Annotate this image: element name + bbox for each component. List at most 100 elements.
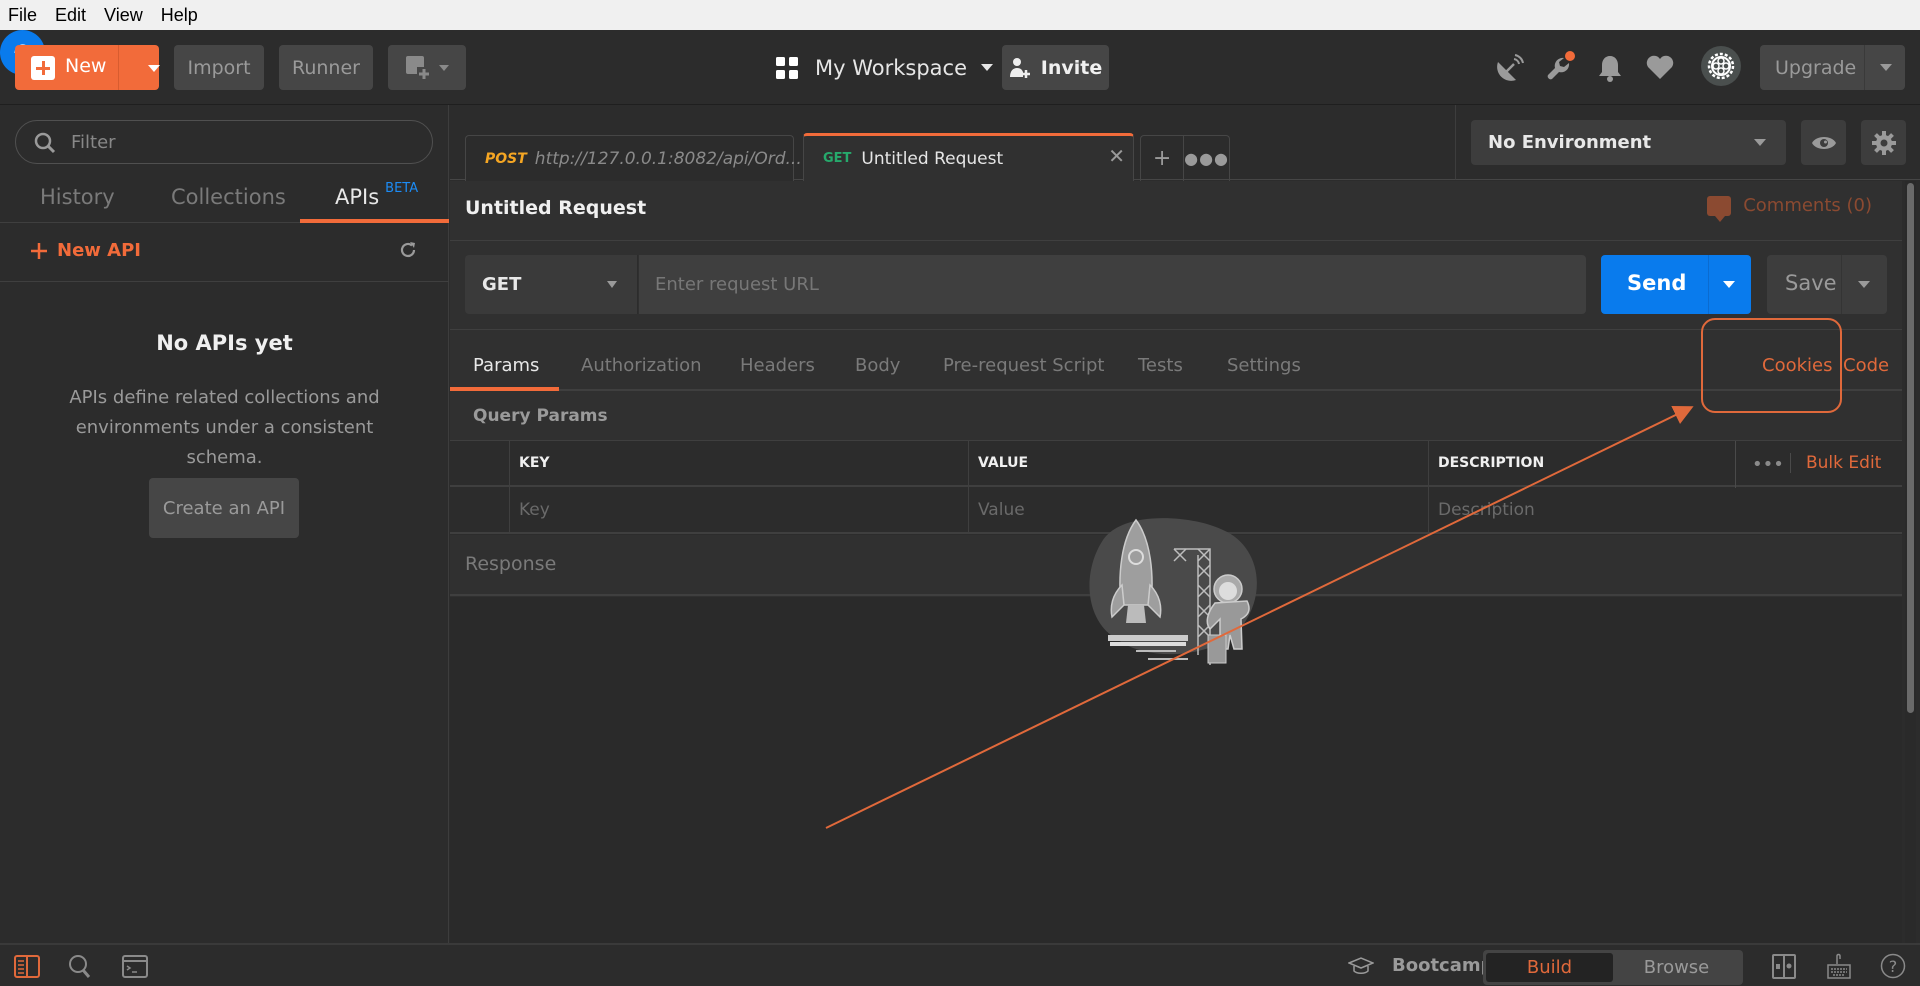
new-tab-button[interactable]: + — [1141, 136, 1185, 181]
tab-authorization[interactable]: Authorization — [581, 355, 702, 376]
method-selector[interactable]: GET — [465, 255, 638, 314]
notification-dot — [1565, 51, 1575, 61]
runner-button[interactable]: Runner — [279, 45, 373, 90]
environment-quick-look-button[interactable] — [1801, 120, 1846, 165]
mode-switcher: Build Browse — [1483, 950, 1743, 985]
settings-wheel-icon — [1707, 52, 1735, 80]
close-icon[interactable]: ✕ — [1108, 144, 1125, 168]
response-label: Response — [465, 553, 557, 575]
save-button[interactable]: Save — [1767, 255, 1887, 314]
status-bar: Bootcamp Build Browse ? — [0, 943, 1920, 986]
two-pane-view-icon[interactable] — [1772, 954, 1796, 980]
notifications-button[interactable] — [1590, 48, 1630, 88]
find-icon[interactable] — [68, 954, 92, 980]
save-dropdown-caret-icon[interactable] — [1858, 281, 1870, 288]
tab-tests[interactable]: Tests — [1138, 355, 1183, 376]
bell-icon — [1599, 56, 1621, 82]
empty-state-description: APIs define related collections and envi… — [69, 387, 380, 468]
request-tab[interactable]: POST http://127.0.0.1:8082/api/Ord... — [465, 135, 802, 181]
tab-label: Untitled Request — [861, 148, 1004, 169]
bulk-edit-link[interactable]: Bulk Edit — [1790, 453, 1881, 473]
code-link[interactable]: Code — [1843, 355, 1889, 376]
settings-tools-button[interactable] — [1540, 48, 1580, 88]
tab-collections[interactable]: Collections — [171, 185, 286, 209]
plus-icon — [31, 242, 47, 259]
sidebar-tabs: History Collections APIs BETA — [0, 175, 449, 223]
cookies-link[interactable]: Cookies — [1762, 355, 1832, 376]
key-input[interactable]: Key — [509, 487, 968, 532]
scrollbar[interactable] — [1907, 183, 1914, 713]
eye-icon — [1811, 136, 1836, 149]
tab-apis[interactable]: APIs BETA — [335, 181, 418, 209]
request-tab-bar: POST http://127.0.0.1:8082/api/Ord... GE… — [450, 105, 1455, 181]
interceptor-button[interactable] — [1490, 48, 1530, 88]
graduation-cap-icon — [1348, 956, 1374, 974]
description-input[interactable]: Description — [1428, 487, 1902, 532]
browse-mode-button[interactable]: Browse — [1613, 953, 1740, 982]
tab-pre-request-script[interactable]: Pre-request Script — [943, 355, 1104, 376]
tab-settings[interactable]: Settings — [1227, 355, 1301, 376]
menu-help[interactable]: Help — [161, 5, 198, 26]
tab-options-button[interactable]: ●●● — [1184, 136, 1229, 181]
create-api-button[interactable]: Create an API — [149, 478, 299, 538]
menu-edit[interactable]: Edit — [55, 5, 86, 26]
menu-file[interactable]: File — [8, 5, 37, 26]
chevron-down-icon — [439, 64, 449, 71]
search-icon — [34, 132, 56, 154]
chevron-down-icon — [607, 281, 617, 288]
request-tab-active[interactable]: GET Untitled Request ✕ — [803, 133, 1134, 181]
filter-input[interactable]: Filter — [15, 120, 433, 164]
request-tabs: Params Authorization Headers Body Pre-re… — [450, 330, 1902, 391]
sidebar: Filter History Collections APIs BETA New … — [0, 105, 449, 943]
new-window-button[interactable] — [388, 45, 466, 90]
upgrade-dropdown-caret-icon[interactable] — [1880, 64, 1892, 71]
menu-bar: File Edit View Help — [0, 0, 1920, 30]
heart-button[interactable] — [1640, 48, 1680, 88]
tab-params[interactable]: Params — [473, 355, 539, 376]
send-dropdown-caret-icon[interactable] — [1723, 281, 1735, 288]
plus-icon: + — [1152, 146, 1172, 171]
account-button[interactable] — [1701, 46, 1741, 86]
menu-view[interactable]: View — [104, 5, 143, 26]
tab-history[interactable]: History — [40, 185, 115, 209]
grid-icon — [776, 56, 798, 79]
new-dropdown-caret-icon[interactable] — [148, 65, 160, 72]
wrench-icon — [1547, 51, 1575, 80]
table-header: KEY VALUE DESCRIPTION ••• Bulk Edit — [450, 440, 1902, 488]
environment-bar: No Environment — [1455, 105, 1920, 180]
url-input[interactable]: Enter request URL — [639, 255, 1586, 314]
environment-selector[interactable]: No Environment — [1471, 120, 1786, 165]
column-header-value: VALUE — [968, 441, 1428, 485]
build-mode-button[interactable]: Build — [1486, 953, 1613, 982]
refresh-button[interactable] — [398, 240, 418, 266]
satellite-icon — [1497, 54, 1524, 81]
tab-headers[interactable]: Headers — [740, 355, 815, 376]
comment-icon — [1707, 195, 1732, 222]
new-window-icon — [406, 55, 431, 81]
rocket-astronaut-illustration — [1089, 518, 1257, 665]
help-icon[interactable]: ? — [1880, 953, 1906, 979]
new-button[interactable]: New — [15, 45, 160, 90]
manage-environments-button[interactable] — [1861, 120, 1906, 165]
import-button[interactable]: Import — [174, 45, 264, 90]
workspace-selector[interactable]: My Workspace — [775, 45, 994, 90]
request-title: Untitled Request — [465, 197, 647, 219]
chevron-down-icon — [981, 64, 994, 71]
plus-icon — [31, 56, 55, 80]
bootcamp-button[interactable]: Bootcamp — [1348, 955, 1494, 976]
filter-placeholder: Filter — [71, 131, 116, 153]
url-placeholder: Enter request URL — [655, 274, 819, 295]
new-api-button[interactable]: New API — [30, 240, 141, 261]
heart-icon — [1646, 55, 1674, 79]
console-icon[interactable] — [122, 955, 148, 979]
tab-body[interactable]: Body — [855, 355, 900, 376]
empty-state-title: No APIs yet — [156, 331, 293, 355]
toggle-sidebar-icon[interactable] — [14, 955, 40, 979]
app-header: New Import Runner My Workspace Invite Up… — [0, 30, 1920, 105]
upgrade-button[interactable]: Upgrade — [1760, 45, 1905, 90]
invite-button[interactable]: Invite — [1002, 45, 1109, 90]
send-button[interactable]: Send — [1601, 255, 1751, 314]
keyboard-shortcuts-icon[interactable] — [1827, 952, 1851, 980]
comments-button[interactable]: Comments (0) — [1707, 195, 1872, 222]
query-params-title: Query Params — [473, 406, 608, 426]
